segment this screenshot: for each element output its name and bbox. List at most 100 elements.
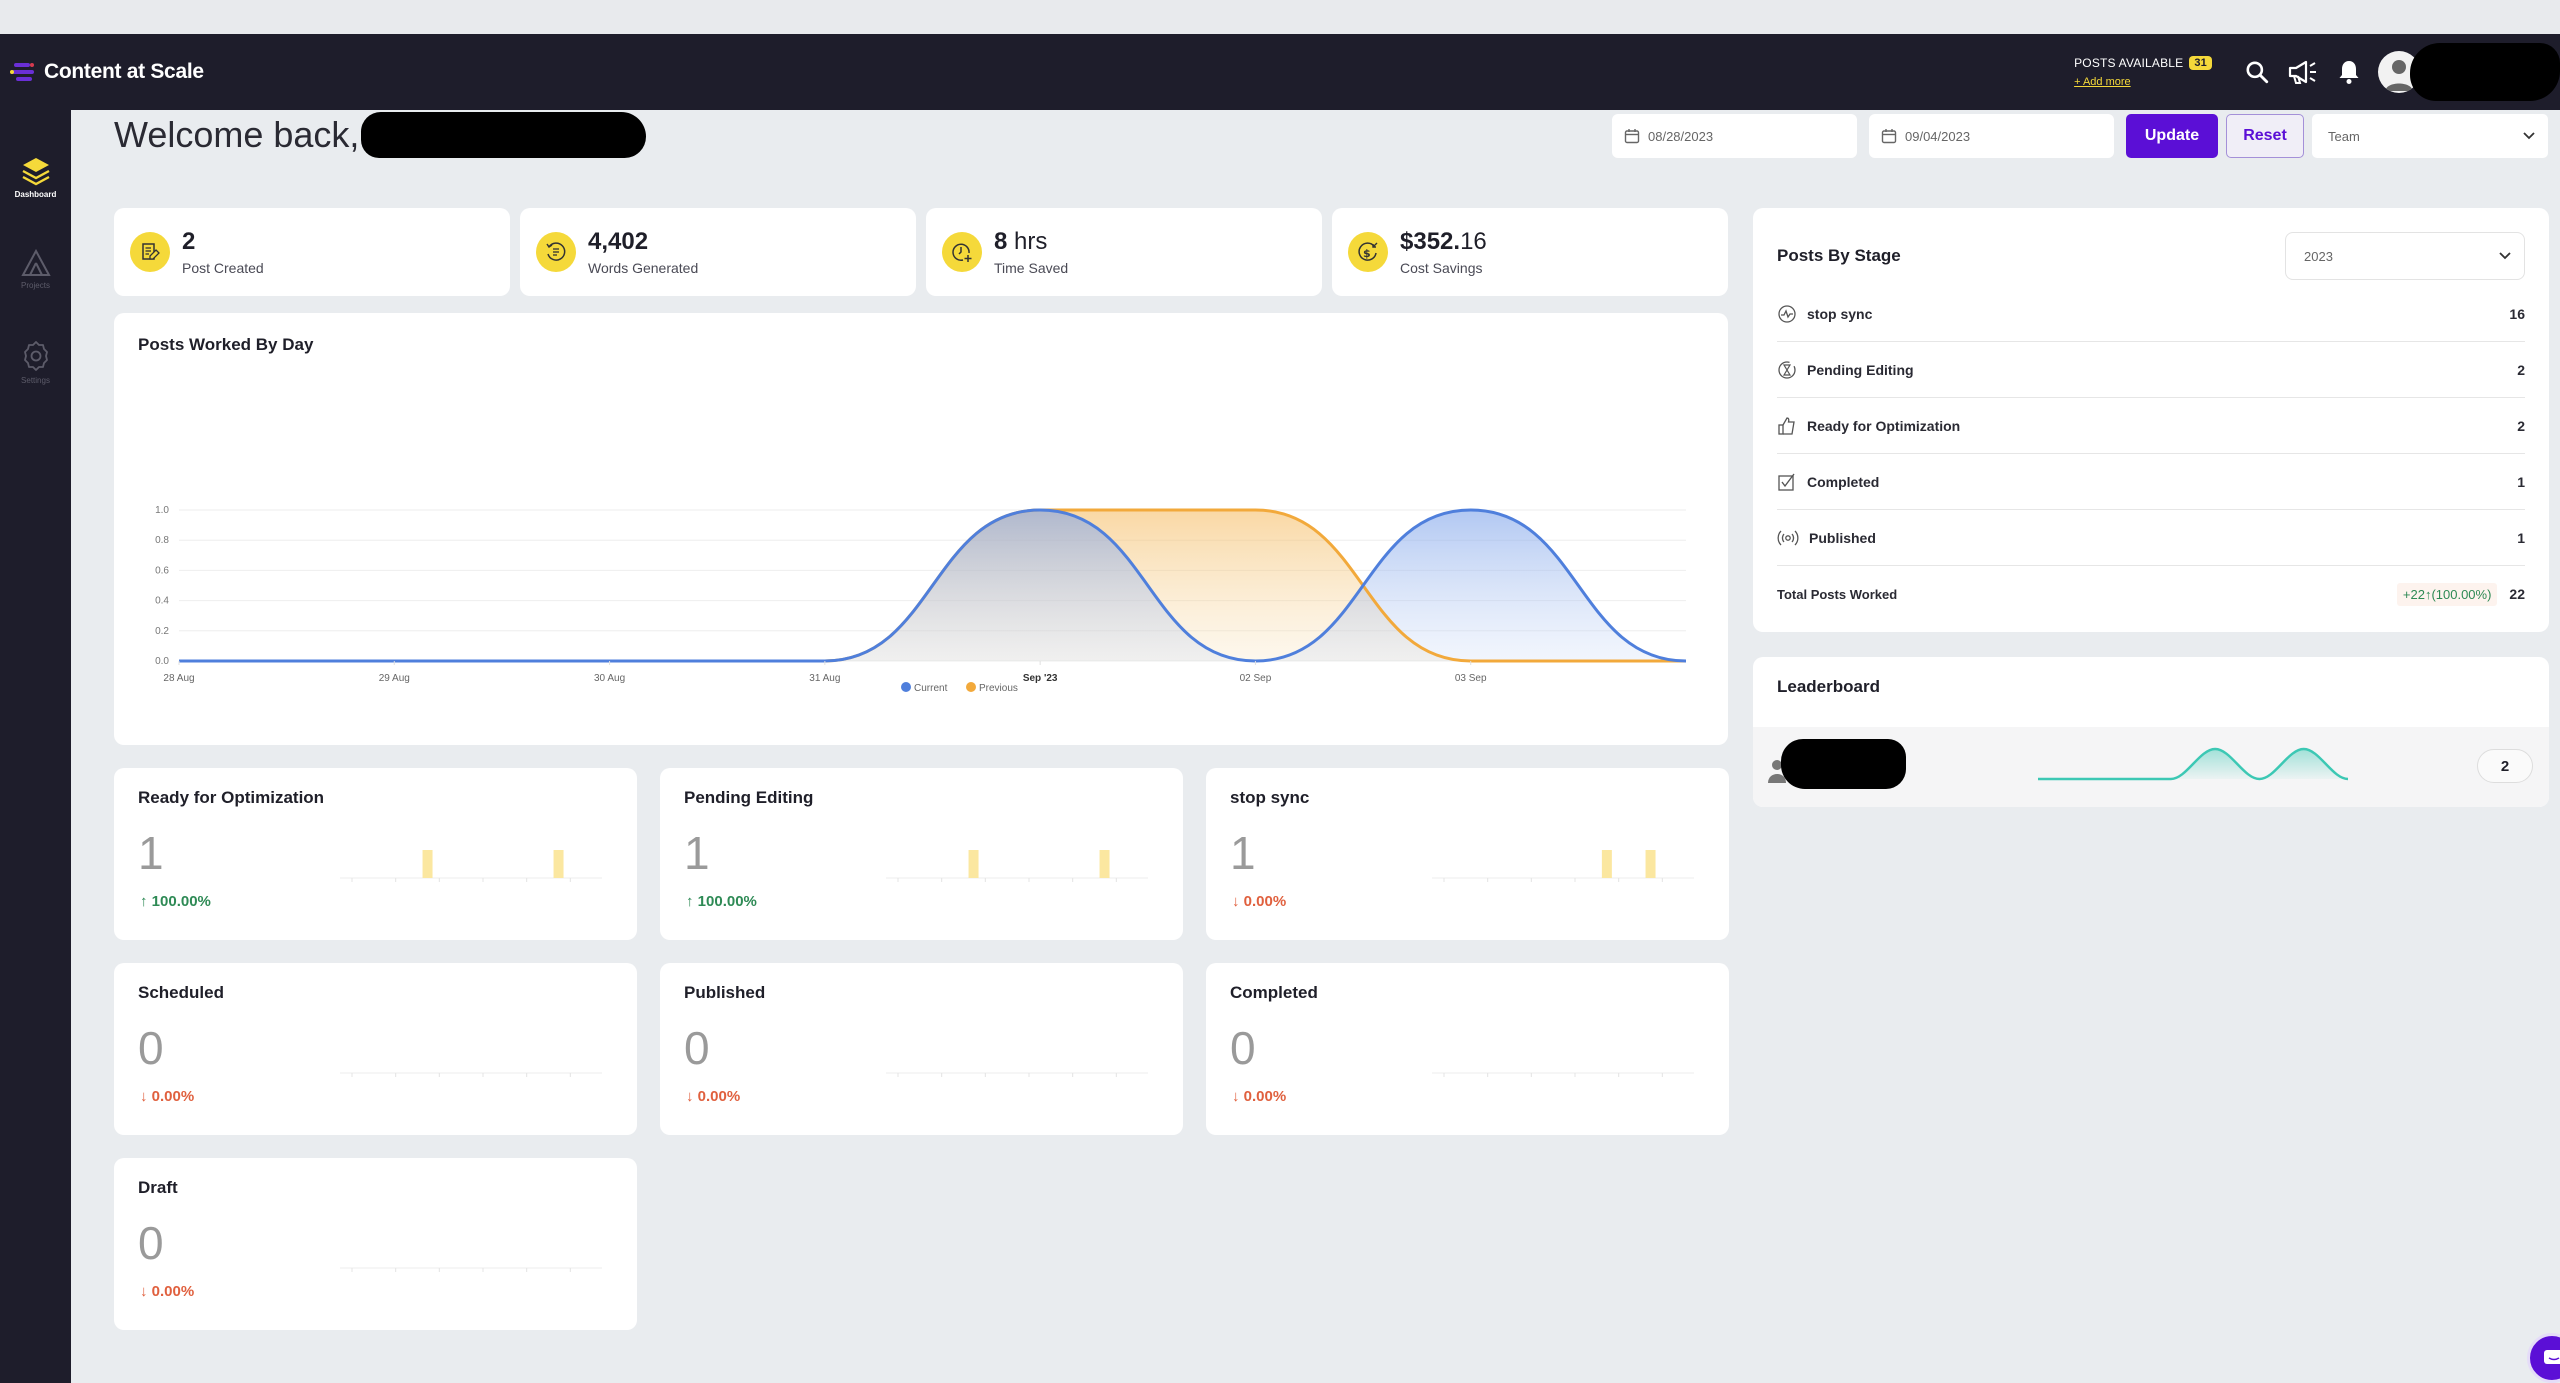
layers-icon: [21, 158, 50, 186]
broadcast-icon: [1777, 530, 1799, 545]
stage-count: 1: [2517, 473, 2525, 490]
x-tick-label: 31 Aug: [809, 673, 840, 684]
stage-card-value: 1: [684, 827, 710, 879]
x-tick-label: Sep '23: [1023, 673, 1058, 684]
mini-bar: [968, 850, 979, 878]
end-date-value: 09/04/2023: [1905, 128, 1971, 144]
triangle-icon: [20, 249, 51, 276]
leaderboard-row[interactable]: 2: [1753, 727, 2549, 807]
stage-card-title: Scheduled: [138, 983, 224, 1002]
stage-card-change: ↑ 100.00%: [140, 893, 211, 910]
stat-card-posts-created: 2 Post Created: [114, 208, 510, 296]
sidebar-item-projects[interactable]: Projects: [0, 199, 71, 290]
stage-row-stop-sync[interactable]: stop sync 16: [1777, 286, 2525, 342]
stage-card-change: ↓ 0.00%: [140, 1283, 195, 1300]
document-edit-icon: [130, 232, 170, 272]
year-select[interactable]: 2023: [2285, 232, 2525, 280]
legend-marker-current: [901, 682, 911, 692]
welcome-heading: Welcome back,: [114, 112, 647, 158]
search-button[interactable]: [2240, 55, 2274, 89]
stage-card-ready-for-optimization: Ready for Optimization 1 ↑ 100.00%: [114, 768, 637, 940]
sidebar: Dashboard Projects Settings: [0, 110, 71, 1383]
stage-card-published: Published 0 ↓ 0.00%: [660, 963, 1183, 1135]
notifications-button[interactable]: [2332, 55, 2366, 89]
stage-count: 2: [2517, 361, 2525, 378]
stage-card-value: 0: [138, 1022, 164, 1074]
date-filters: 08/28/2023 09/04/2023 Update Reset Team: [1612, 114, 2548, 158]
add-more-link[interactable]: + Add more: [2074, 76, 2212, 88]
svg-text:$: $: [1363, 247, 1371, 260]
stage-row-published[interactable]: Published 1: [1777, 510, 2525, 566]
stage-card-title: Draft: [138, 1178, 178, 1197]
logo-icon: [10, 59, 36, 85]
stage-card-value: 0: [1230, 1022, 1256, 1074]
leaderboard-title: Leaderboard: [1777, 677, 1880, 696]
announcements-button[interactable]: [2286, 55, 2320, 89]
mini-bar: [422, 850, 433, 878]
stage-row-completed[interactable]: Completed 1: [1777, 454, 2525, 510]
start-date-input[interactable]: 08/28/2023: [1612, 114, 1857, 158]
hourglass-icon: [1778, 360, 1796, 379]
stage-card-value: 1: [138, 827, 164, 879]
clock-plus-icon: [942, 232, 982, 272]
stage-label: Completed: [1807, 473, 1880, 490]
stage-count: 2: [2517, 417, 2525, 434]
stage-row-pending-editing[interactable]: Pending Editing 2: [1777, 342, 2525, 398]
arrow-up-icon: ↑: [686, 893, 694, 910]
gear-icon: [23, 341, 48, 371]
stage-row-ready-for-optimization[interactable]: Ready for Optimization 2: [1777, 398, 2525, 454]
legend-label-previous[interactable]: Previous: [979, 683, 1018, 694]
redacted-leader-name: [1781, 739, 1906, 789]
x-tick-label: 03 Sep: [1455, 673, 1487, 684]
calendar-icon: [1624, 129, 1640, 144]
redacted-username: [2410, 43, 2560, 101]
team-select[interactable]: Team: [2312, 114, 2548, 158]
sidebar-item-settings[interactable]: Settings: [0, 290, 71, 385]
leaderboard-count: 2: [2477, 749, 2533, 783]
posts-available: POSTS AVAILABLE 31 + Add more: [2074, 56, 2212, 88]
arrow-down-icon: ↓: [140, 1283, 148, 1300]
stat-value: 4,402: [588, 228, 649, 255]
posts-by-stage-title: Posts By Stage: [1777, 246, 1901, 265]
sidebar-item-dashboard[interactable]: Dashboard: [0, 110, 71, 199]
arrow-down-icon: ↓: [686, 1088, 694, 1105]
main-content: Welcome back, 08/28/2023 09/04/2023 Upda…: [71, 110, 2560, 1383]
legend-label-current[interactable]: Current: [914, 683, 948, 694]
pulse-circle-icon: [1778, 304, 1796, 323]
stage-card-title: stop sync: [1230, 788, 1310, 807]
stage-card-title: Pending Editing: [684, 788, 814, 807]
arrow-down-icon: ↓: [140, 1088, 148, 1105]
x-tick-label: 30 Aug: [594, 673, 625, 684]
end-date-input[interactable]: 09/04/2023: [1869, 114, 2114, 158]
app-logo[interactable]: Content at Scale: [10, 59, 204, 85]
reset-button[interactable]: Reset: [2226, 114, 2304, 158]
mini-bar: [1099, 850, 1110, 878]
stage-card-bar-chart: [1432, 850, 1694, 882]
x-tick-label: 29 Aug: [379, 673, 410, 684]
stat-card-words-generated: 4,402 Words Generated: [520, 208, 916, 296]
stage-card-change: ↓ 0.00%: [1232, 1088, 1287, 1105]
stage-row-total: Total Posts Worked +22↑(100.00%) 22: [1777, 566, 2525, 622]
update-button[interactable]: Update: [2126, 114, 2218, 158]
stage-card-change: ↓ 0.00%: [1232, 893, 1287, 910]
y-tick-label: 1.0: [155, 505, 169, 516]
posts-worked-chart: 0.0 0.2 0.4 0.6 0.8 1.0 28 Aug 29 Aug 30 Aug 31 A…: [155, 505, 1687, 694]
refresh-list-icon: [536, 232, 576, 272]
leaderboard-trend-sparkline: [2037, 747, 2349, 781]
team-select-value: Team: [2328, 128, 2360, 144]
stage-card-title: Completed: [1230, 983, 1318, 1002]
y-tick-label: 0.0: [155, 656, 169, 667]
total-count: 22: [2509, 586, 2525, 602]
stat-label: Time Saved: [994, 260, 1069, 276]
stage-card-bar-chart: [340, 850, 602, 882]
stage-card-bar-chart: [340, 1267, 602, 1272]
calendar-icon: [1881, 129, 1897, 144]
leaderboard-card: Leaderboard 2: [1753, 657, 2549, 807]
mini-bar: [553, 850, 564, 878]
stage-card-value: 1: [1230, 827, 1256, 879]
stat-label: Words Generated: [588, 260, 699, 276]
stage-card-bar-chart: [340, 1072, 602, 1077]
mini-bar: [1601, 850, 1612, 878]
chat-icon: [2544, 1350, 2560, 1364]
stage-card-title: Ready for Optimization: [138, 788, 325, 807]
